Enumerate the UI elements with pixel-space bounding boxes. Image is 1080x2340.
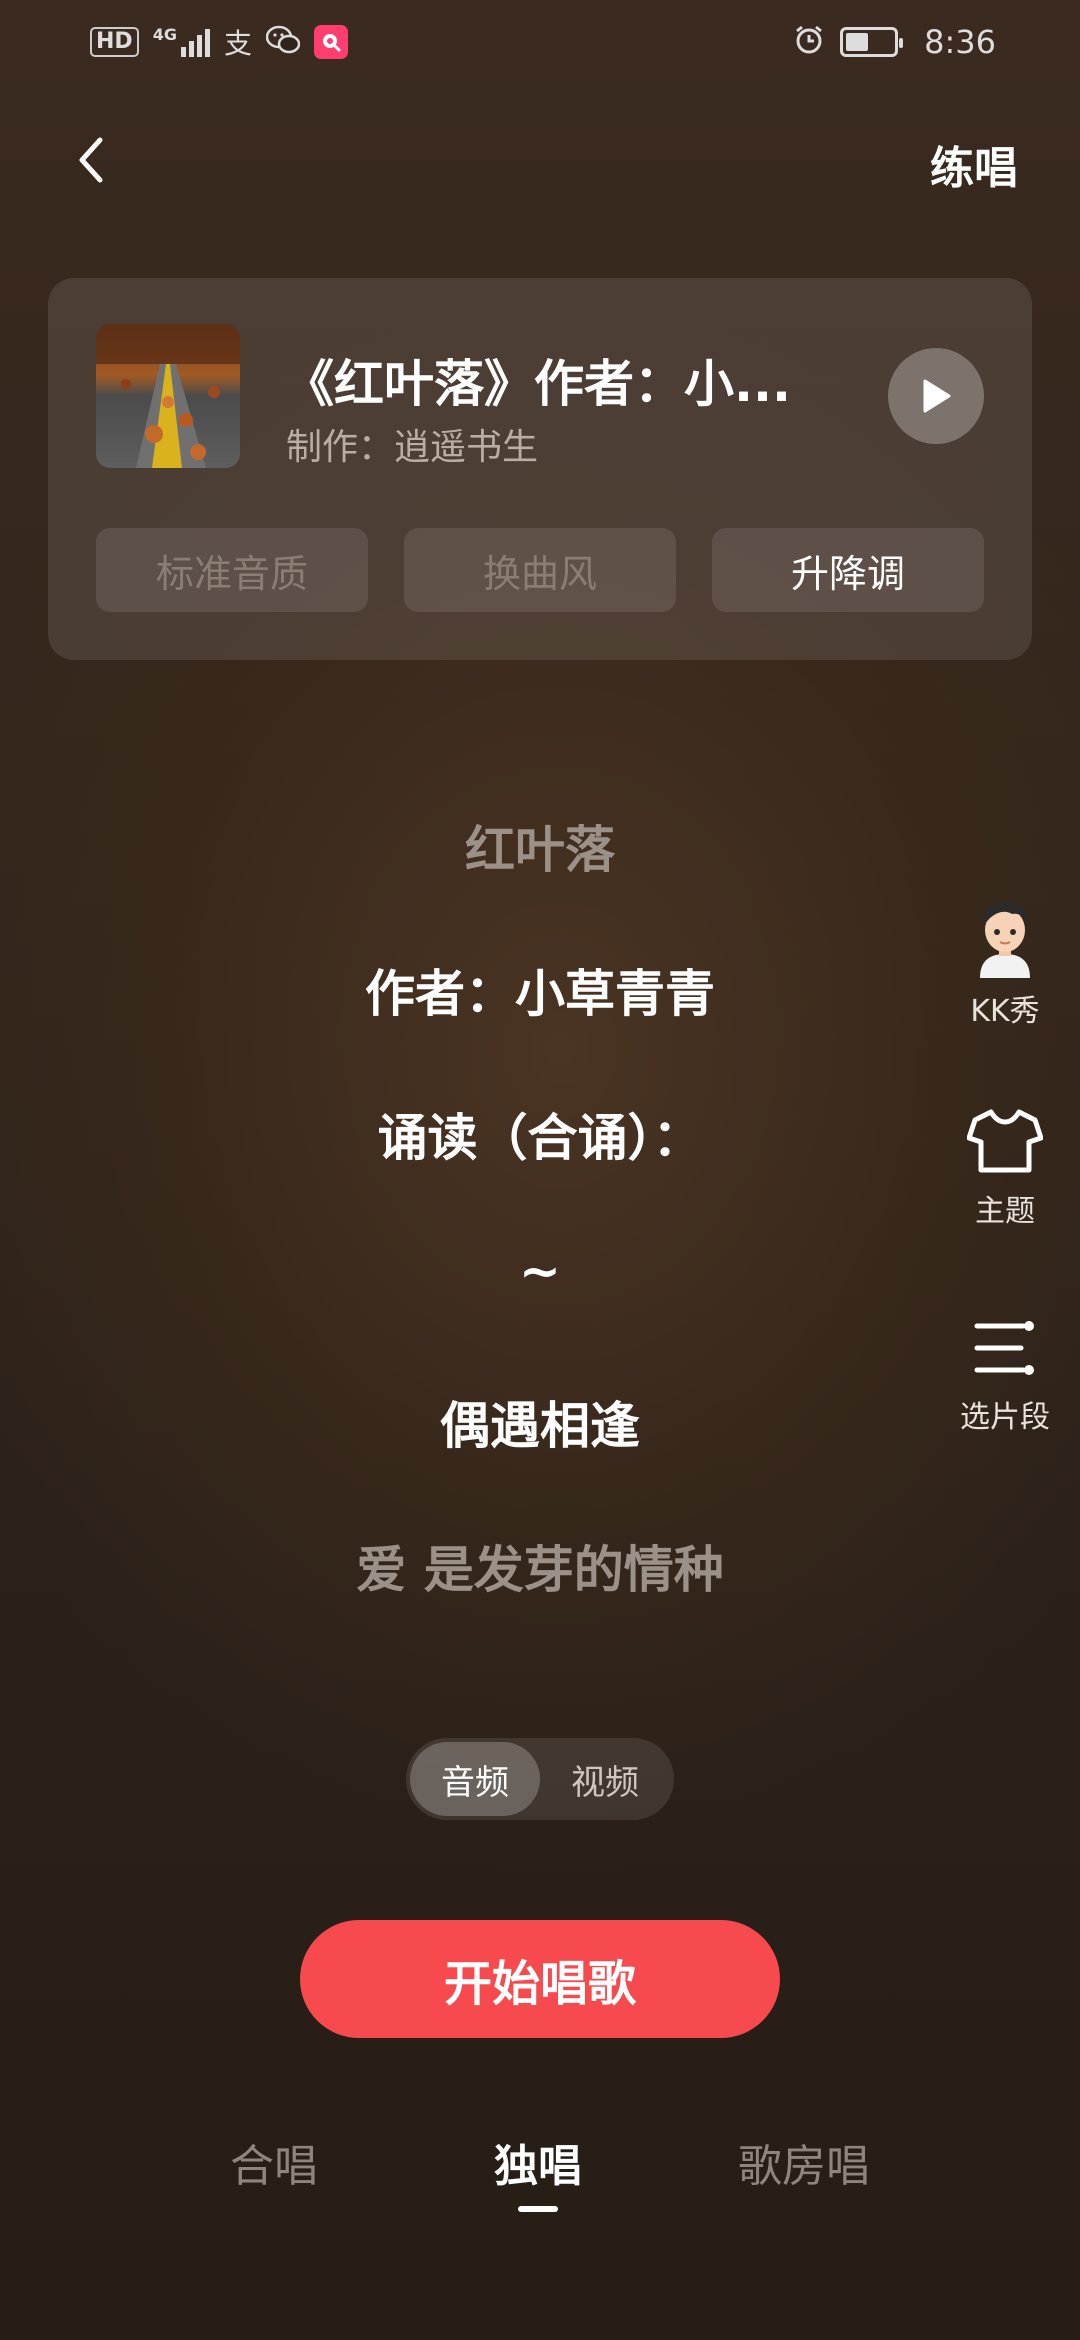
lyric-line: 诵读（合诵）： <box>377 1109 703 1167</box>
lyric-line: 爱 是发芽的情种 <box>356 1541 724 1599</box>
play-button[interactable] <box>888 348 984 444</box>
wechat-icon <box>265 25 301 59</box>
standard-quality-button[interactable]: 标准音质 <box>96 528 368 612</box>
back-arrow-icon <box>79 137 103 183</box>
card-buttons: 标准音质 换曲风 升降调 <box>96 528 984 612</box>
back-button[interactable] <box>66 132 116 188</box>
tab-room-sing-label: 歌房唱 <box>738 2141 870 2192</box>
lyric-line: ~ <box>519 1242 561 1300</box>
pitch-shift-button[interactable]: 升降调 <box>712 528 984 612</box>
theme-button[interactable]: 主题 <box>930 1108 1080 1230</box>
tab-chorus-label: 合唱 <box>230 2141 318 2192</box>
song-card: 《红叶落》作者：小... 制作：逍遥书生 标准音质 换曲风 升降调 <box>48 278 1032 660</box>
battery-icon <box>840 27 904 57</box>
tab-chorus[interactable]: 合唱 <box>230 2130 318 2194</box>
app-icon <box>313 25 348 59</box>
lyric-line: 偶遇相逢 <box>440 1397 640 1455</box>
song-producer: 制作：逍遥书生 <box>286 427 539 468</box>
avatar-icon <box>966 894 1044 978</box>
lyric-line: 作者：小草青青 <box>365 965 715 1023</box>
clock: 8:36 <box>924 23 996 61</box>
tab-solo-label: 独唱 <box>494 2141 582 2192</box>
select-segment-button[interactable]: 选片段 <box>930 1318 1080 1436</box>
start-singing-button[interactable]: 开始唱歌 <box>300 1920 780 2038</box>
tab-room-sing[interactable]: 歌房唱 <box>738 2130 870 2194</box>
play-icon <box>923 379 951 413</box>
change-style-button[interactable]: 换曲风 <box>404 528 676 612</box>
network-type: 4G <box>152 25 177 44</box>
hd-icon: HD <box>90 27 139 57</box>
practice-button[interactable]: 练唱 <box>930 132 1018 196</box>
bottom-tabs: 合唱 独唱 歌房唱 <box>0 2130 1080 2220</box>
theme-label: 主题 <box>975 1194 1035 1229</box>
kk-show-button[interactable]: KK秀 <box>930 894 1080 1030</box>
segment-list-icon <box>974 1321 1034 1375</box>
status-right: 8:36 <box>792 23 996 61</box>
audio-option[interactable]: 音频 <box>410 1742 540 1816</box>
video-option[interactable]: 视频 <box>540 1742 670 1816</box>
media-type-toggle: 音频 视频 <box>406 1738 674 1820</box>
status-left: HD 4G 支 <box>90 22 348 62</box>
alarm-icon <box>792 23 826 61</box>
album-cover[interactable] <box>96 324 240 468</box>
select-segment-label: 选片段 <box>960 1400 1050 1435</box>
tab-solo[interactable]: 独唱 <box>494 2130 582 2212</box>
tshirt-icon <box>967 1109 1043 1173</box>
signal-icon: 4G <box>153 27 210 57</box>
kk-show-label: KK秀 <box>970 994 1040 1029</box>
tab-indicator <box>518 2206 558 2212</box>
lyric-line: 红叶落 <box>465 821 615 879</box>
song-title: 《红叶落》作者：小... <box>284 355 791 413</box>
status-bar: HD 4G 支 8:36 <box>0 0 1080 84</box>
alipay-icon: 支 <box>223 27 252 60</box>
